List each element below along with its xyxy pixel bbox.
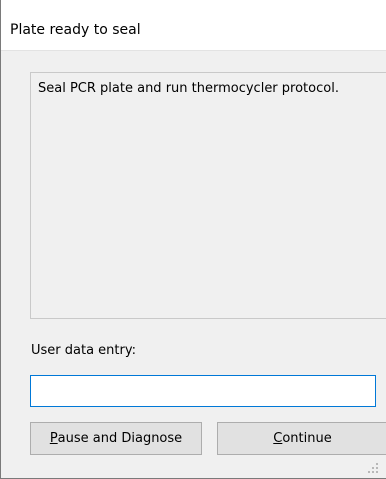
dialog-title: Plate ready to seal — [10, 22, 141, 38]
message-panel: Seal PCR plate and run thermocycler prot… — [30, 72, 386, 319]
user-data-entry-label: User data entry: — [31, 343, 136, 358]
resize-grip-icon[interactable] — [366, 461, 380, 475]
message-text: Seal PCR plate and run thermocycler prot… — [38, 81, 339, 96]
user-data-entry-field[interactable] — [30, 375, 376, 407]
title-bar[interactable]: Plate ready to seal — [1, 0, 386, 51]
pause-and-diagnose-button[interactable]: Pause and Diagnose — [30, 422, 202, 455]
plate-ready-dialog: Plate ready to seal Seal PCR plate and r… — [0, 0, 386, 479]
pause-button-mnemonic: P — [49, 431, 58, 446]
pause-button-label: ause and Diagnose — [57, 431, 183, 446]
continue-button[interactable]: Continue — [217, 422, 386, 455]
continue-button-label: ontinue — [282, 431, 332, 446]
continue-button-mnemonic: C — [273, 431, 283, 446]
